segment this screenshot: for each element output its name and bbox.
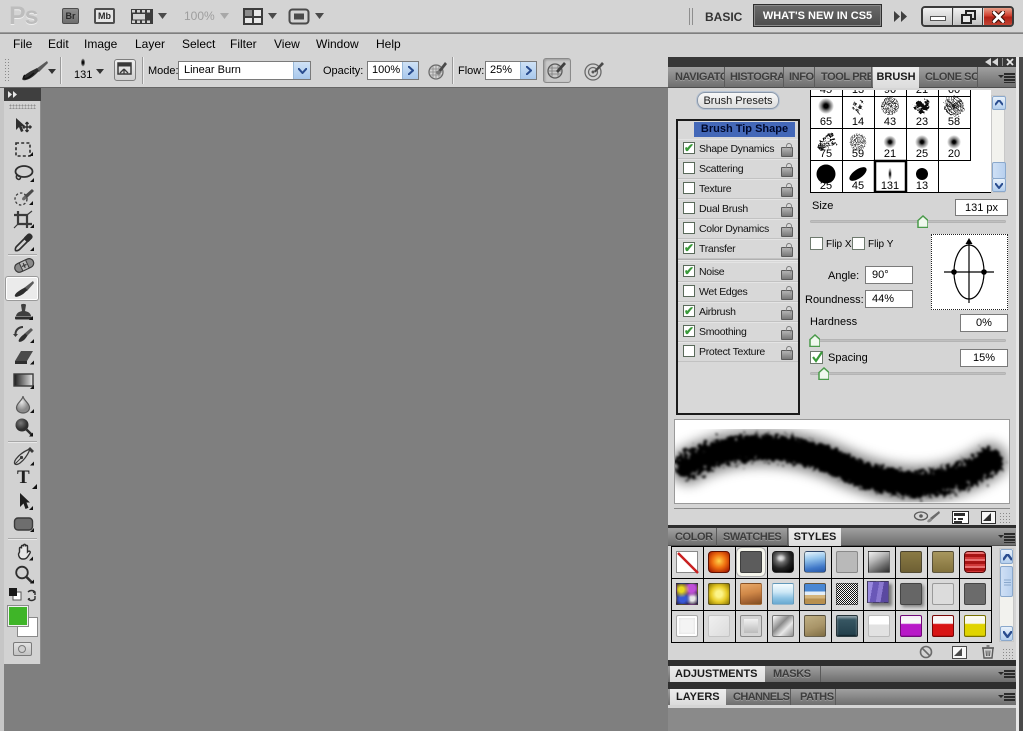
svg-text:58: 58 bbox=[948, 116, 960, 128]
svg-text:43: 43 bbox=[884, 116, 896, 128]
svg-text:45: 45 bbox=[820, 90, 832, 96]
svg-text:21: 21 bbox=[884, 148, 896, 160]
svg-text:65: 65 bbox=[820, 116, 832, 128]
svg-text:13: 13 bbox=[916, 180, 928, 192]
svg-text:21: 21 bbox=[916, 90, 928, 96]
svg-text:25: 25 bbox=[820, 180, 832, 192]
svg-text:45: 45 bbox=[852, 180, 864, 192]
svg-text:13: 13 bbox=[852, 90, 864, 96]
svg-text:59: 59 bbox=[852, 148, 864, 160]
svg-text:75: 75 bbox=[820, 148, 832, 160]
svg-text:131: 131 bbox=[881, 180, 899, 192]
svg-text:14: 14 bbox=[852, 116, 864, 128]
svg-text:23: 23 bbox=[916, 116, 928, 128]
svg-text:25: 25 bbox=[916, 148, 928, 160]
svg-text:90: 90 bbox=[884, 90, 896, 96]
svg-text:60: 60 bbox=[948, 90, 960, 96]
svg-text:20: 20 bbox=[948, 148, 960, 160]
